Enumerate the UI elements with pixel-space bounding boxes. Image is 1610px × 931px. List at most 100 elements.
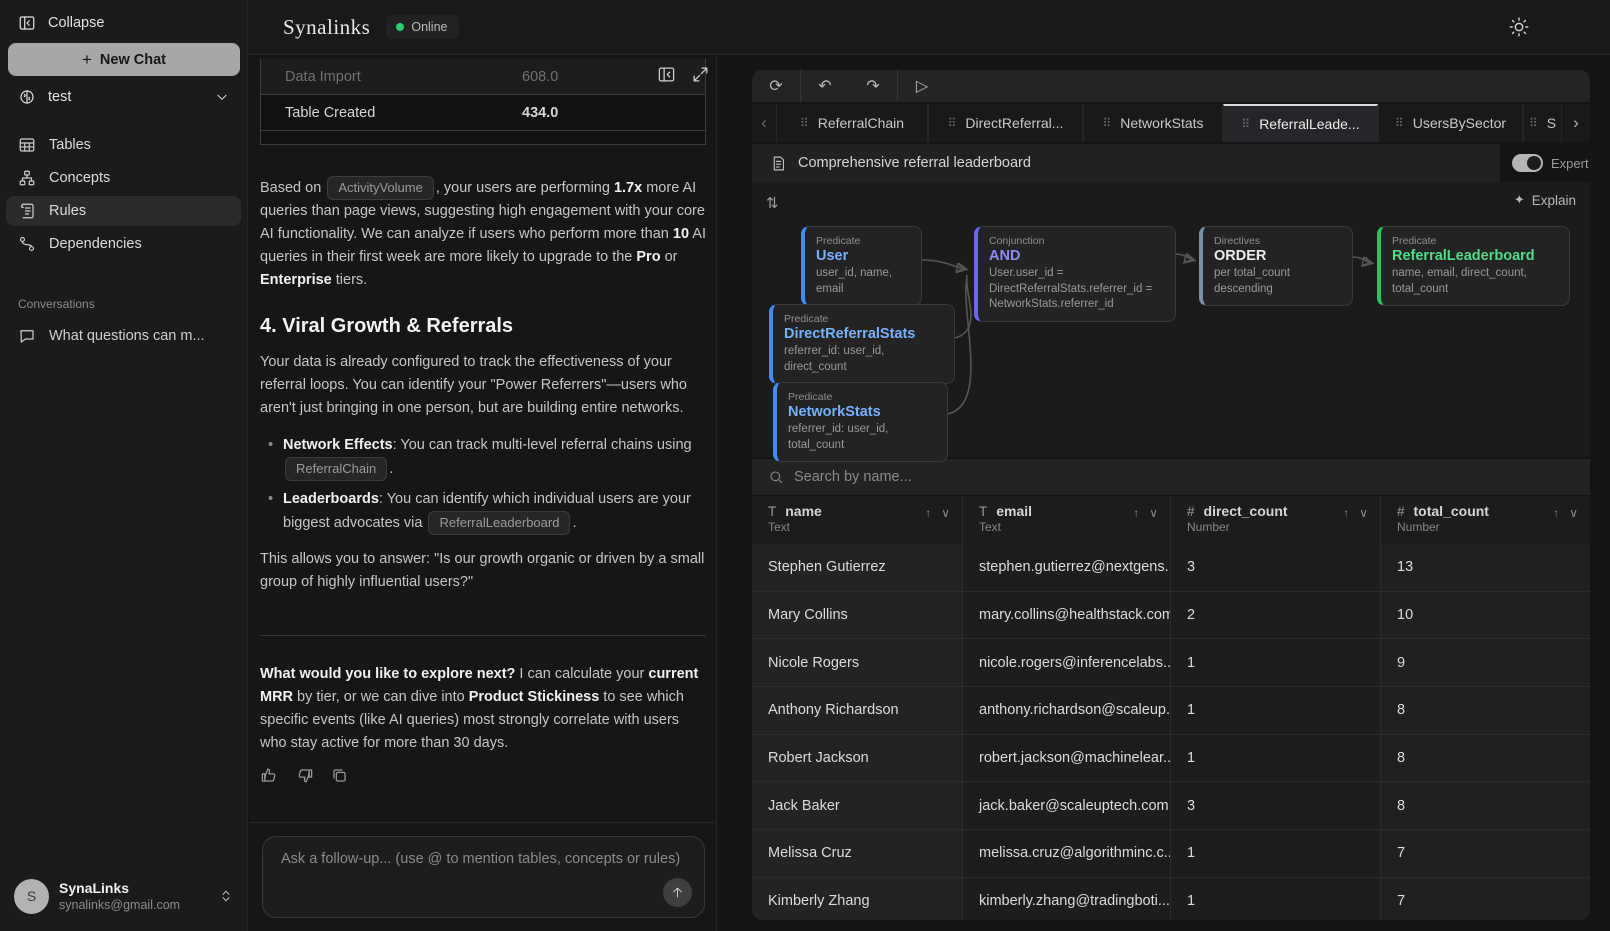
sort-asc-icon[interactable]: ↑ — [1133, 506, 1139, 520]
rule-tab-referralchain[interactable]: ⠿ReferralChain — [776, 104, 928, 142]
drag-handle-icon[interactable]: ⠿ — [1395, 116, 1404, 130]
sort-asc-icon[interactable]: ↑ — [1343, 506, 1349, 520]
cell-name: Anthony Richardson — [752, 687, 963, 734]
project-selector[interactable]: test — [18, 88, 229, 106]
table-row[interactable]: Jack Bakerjack.baker@scaleuptech.com38 — [752, 782, 1590, 830]
rules-icon — [18, 202, 36, 220]
rule-tab-referralleade[interactable]: ⠿ReferralLeade... — [1223, 104, 1378, 142]
expand-icon[interactable] — [691, 65, 710, 84]
user-name: SynaLinks — [59, 879, 209, 897]
sidebar: Collapse + New Chat test TablesConceptsR… — [0, 0, 248, 931]
undo-icon[interactable]: ↶ — [801, 70, 849, 102]
send-button[interactable] — [663, 878, 692, 907]
table-row[interactable]: Anthony Richardsonanthony.richardson@sca… — [752, 687, 1590, 735]
inline-code-chip[interactable]: ReferralChain — [285, 457, 387, 481]
cell-name: Mary Collins — [752, 592, 963, 639]
expert-toggle[interactable] — [1512, 154, 1543, 172]
table-row[interactable]: Kimberly Zhangkimberly.zhang@tradingboti… — [752, 878, 1590, 920]
sidebar-nav: TablesConceptsRules Dependencies — [0, 130, 247, 259]
cell-total_count: 10 — [1381, 592, 1590, 639]
refresh-icon[interactable]: ⟳ — [752, 70, 800, 102]
column-menu-icon[interactable]: ∨ — [1569, 506, 1578, 520]
sort-asc-icon[interactable]: ↑ — [925, 506, 931, 520]
graph-node-directreferralstats[interactable]: PredicateDirectReferralStatsreferrer_id:… — [769, 304, 955, 384]
copy-icon[interactable] — [330, 766, 349, 785]
new-chat-button[interactable]: + New Chat — [8, 43, 240, 76]
column-header-total_count[interactable]: #total_countNumber↑∨ — [1381, 496, 1590, 544]
column-menu-icon[interactable]: ∨ — [941, 506, 950, 520]
document-icon — [770, 155, 787, 172]
sidebar-item-concepts[interactable]: Concepts — [6, 163, 241, 193]
conversation-item[interactable]: What questions can m... — [6, 321, 241, 351]
rule-graph: ⇅ ✦ Explain PredicateUseruser_id, name, … — [752, 182, 1590, 457]
rule-tab-networkstats[interactable]: ⠿ NetworkStats — [1083, 104, 1223, 142]
table-row[interactable]: Robert Jacksonrobert.jackson@machinelear… — [752, 735, 1590, 783]
column-header-direct_count[interactable]: #direct_countNumber↑∨ — [1171, 496, 1381, 544]
table-row[interactable]: Stephen Gutierrezstephen.gutierrez@nextg… — [752, 544, 1590, 592]
column-menu-icon[interactable]: ∨ — [1359, 506, 1368, 520]
user-menu[interactable]: S SynaLinks synalinks@gmail.com — [0, 861, 247, 931]
column-header-email[interactable]: TemailText↑∨ — [963, 496, 1171, 544]
graph-node-referralleaderboard[interactable]: PredicateReferralLeaderboardname, email,… — [1377, 226, 1570, 306]
cell-direct_count: 3 — [1171, 544, 1381, 591]
message-heading: 4. Viral Growth & Referrals — [260, 315, 706, 338]
table-row[interactable]: Mary Collinsmary.collins@healthstack.com… — [752, 592, 1590, 640]
cell-total_count: 9 — [1381, 639, 1590, 686]
table-row[interactable]: Nicole Rogersnicole.rogers@inferencelabs… — [752, 639, 1590, 687]
collapse-button[interactable]: Collapse — [18, 14, 247, 32]
graph-node-order[interactable]: DirectivesORDERper total_count descendin… — [1199, 226, 1353, 306]
graph-node-networkstats[interactable]: PredicateNetworkStatsreferrer_id: user_i… — [773, 382, 948, 462]
sidebar-item-rules[interactable]: Rules — [6, 196, 241, 226]
node-title: AND — [989, 248, 1164, 264]
table-row[interactable]: Melissa Cruzmelissa.cruz@algorithminc.c.… — [752, 830, 1590, 878]
table-widget-actions — [657, 65, 710, 84]
run-icon[interactable]: ▷ — [898, 70, 946, 102]
rule-tab-directreferral[interactable]: ⠿DirectReferral... — [928, 104, 1083, 142]
search-input[interactable] — [794, 469, 1590, 485]
thumbs-down-icon[interactable] — [295, 766, 314, 785]
cell-email: melissa.cruz@algorithminc.c... — [963, 830, 1171, 877]
sidebar-item-tables[interactable]: Tables — [6, 130, 241, 160]
cell-direct_count: 3 — [1171, 782, 1381, 829]
message-reactions — [260, 766, 706, 785]
drag-handle-icon[interactable]: ⠿ — [948, 116, 957, 130]
tabs-scroll-left-icon[interactable]: ‹ — [752, 104, 776, 142]
sidebar-item-label: Dependencies — [49, 236, 142, 252]
node-kind: Predicate — [816, 235, 910, 247]
drag-handle-icon[interactable]: ⠿ — [1529, 116, 1538, 130]
rule-tab-label: UsersBySector — [1413, 115, 1506, 131]
rule-tab-s[interactable]: ⠿S — [1523, 104, 1562, 142]
drag-handle-icon[interactable]: ⠿ — [800, 116, 809, 130]
column-menu-icon[interactable]: ∨ — [1149, 506, 1158, 520]
followup-input[interactable] — [263, 837, 704, 895]
graph-node-user[interactable]: PredicateUseruser_id, name, email — [801, 226, 922, 306]
redo-icon[interactable]: ↷ — [849, 70, 897, 102]
tabs-scroll-right-icon[interactable]: › — [1562, 104, 1590, 142]
inline-code-chip[interactable]: ActivityVolume — [327, 176, 434, 200]
column-header-name[interactable]: TnameText↑∨ — [752, 496, 963, 544]
rule-tab-label: S — [1547, 115, 1556, 131]
sidebar-item-dependencies[interactable]: Dependencies — [6, 229, 241, 259]
graph-node-and[interactable]: ConjunctionANDUser.user_id = DirectRefer… — [974, 226, 1176, 322]
sort-asc-icon[interactable]: ↑ — [1553, 506, 1559, 520]
drag-handle-icon[interactable]: ⠿ — [1241, 117, 1250, 131]
theme-toggle-sun-icon[interactable] — [1508, 16, 1530, 38]
rule-tab-label: NetworkStats — [1120, 115, 1203, 131]
drag-handle-icon[interactable]: ⠿ — [1102, 116, 1111, 130]
column-type: Text — [979, 520, 1160, 534]
inline-code-chip[interactable]: ReferralLeaderboard — [428, 511, 570, 535]
composer — [249, 822, 716, 931]
rule-tab-usersbysector[interactable]: ⠿ UsersBySector — [1378, 104, 1523, 142]
node-kind: Conjunction — [989, 235, 1164, 247]
cell-email: stephen.gutierrez@nextgens... — [963, 544, 1171, 591]
thumbs-up-icon[interactable] — [260, 766, 279, 785]
column-name: direct_count — [1204, 503, 1288, 519]
cell-total_count: 7 — [1381, 878, 1590, 920]
rule-title-chip[interactable]: Comprehensive referral leaderboard — [752, 144, 1500, 182]
open-in-panel-icon[interactable] — [657, 65, 676, 84]
collapse-label: Collapse — [48, 15, 104, 31]
chat-scroll-area[interactable]: Data Import608.0Table Created434.0 Based… — [260, 56, 706, 821]
cell-name: Stephen Gutierrez — [752, 544, 963, 591]
cell-email: nicole.rogers@inferencelabs.... — [963, 639, 1171, 686]
expert-toggle-wrap: Expert — [1512, 154, 1589, 172]
